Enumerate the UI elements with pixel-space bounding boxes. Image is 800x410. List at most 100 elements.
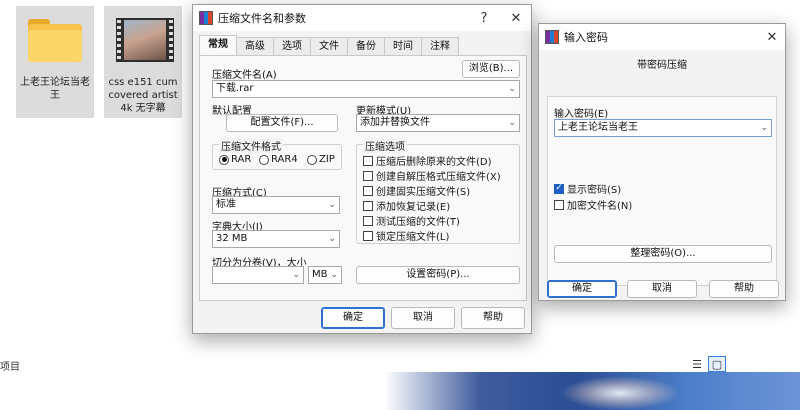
- format-radio-zip[interactable]: ZIP: [307, 154, 335, 165]
- help-button[interactable]: 帮助: [461, 307, 525, 329]
- password-label: 输入密码(E): [554, 109, 609, 120]
- dialog-title: 压缩文件名和参数: [218, 12, 306, 25]
- status-item-count: 项目: [0, 362, 20, 373]
- show-password-label: 显示密码(S): [567, 185, 622, 196]
- chevron-down-icon[interactable]: ⌄: [508, 115, 516, 131]
- ok-button[interactable]: 确定: [547, 280, 617, 298]
- checkmark-icon: ✓: [554, 183, 564, 194]
- format-radio-rar[interactable]: RAR: [219, 154, 251, 165]
- chevron-down-icon[interactable]: ⌄: [508, 81, 516, 97]
- dialog-title: 输入密码: [564, 31, 608, 44]
- file-item-label: 上老王论坛当老王: [20, 77, 90, 101]
- option-label: 创建自解压格式压缩文件(X): [376, 172, 501, 183]
- tab-comment[interactable]: 注释: [421, 37, 459, 55]
- dialog-titlebar: 压缩文件名和参数 ? ✕: [193, 5, 531, 31]
- archive-name-value: 下载.rar: [216, 83, 254, 94]
- desktop-wallpaper: [0, 372, 800, 410]
- winrar-icon: [545, 30, 559, 44]
- checkbox-unchecked-icon: [363, 200, 373, 211]
- chevron-down-icon[interactable]: ⌄: [292, 267, 300, 283]
- browse-button[interactable]: 浏览(B)...: [462, 60, 520, 78]
- password-dialog: 输入密码 ✕ 带密码压缩 输入密码(E) 上老王论坛当老王 ⌄ ✓ 显示密码(S…: [538, 23, 786, 301]
- tab-time[interactable]: 时间: [384, 37, 422, 55]
- option-delete-after[interactable]: 压缩后删除原来的文件(D): [363, 153, 492, 168]
- archive-format-group: 压缩文件格式 RAR RAR4 ZIP: [212, 138, 342, 170]
- chevron-down-icon[interactable]: ⌄: [330, 267, 338, 283]
- file-item-video[interactable]: css e151 cum covered artist 4k 无字幕: [104, 6, 182, 118]
- option-lock-archive[interactable]: 锁定压缩文件(L): [363, 228, 449, 243]
- tab-options[interactable]: 选项: [273, 37, 311, 55]
- password-panel: 输入密码(E) 上老王论坛当老王 ⌄ ✓ 显示密码(S) 加密文件名(N) 整理…: [547, 96, 777, 286]
- option-label: 锁定压缩文件(L): [376, 232, 450, 243]
- details-view-icon[interactable]: ☰: [688, 356, 706, 372]
- format-rar-label: RAR: [231, 154, 252, 165]
- format-radio-rar4[interactable]: RAR4: [259, 154, 298, 165]
- encrypt-file-names-label: 加密文件名(N): [567, 201, 633, 212]
- tab-backup[interactable]: 备份: [347, 37, 385, 55]
- folder-icon: [24, 14, 86, 66]
- winrar-icon: [199, 11, 213, 25]
- ok-button[interactable]: 确定: [321, 307, 385, 329]
- archive-name-label: 压缩文件名(A): [212, 70, 277, 81]
- option-recovery-record[interactable]: 添加恢复记录(E): [363, 198, 450, 213]
- chevron-down-icon[interactable]: ⌄: [328, 197, 336, 213]
- cancel-button[interactable]: 取消: [627, 280, 697, 298]
- checkbox-unchecked-icon: [363, 155, 373, 166]
- help-button[interactable]: 帮助: [709, 280, 779, 298]
- update-mode-select[interactable]: 添加并替换文件 ⌄: [356, 114, 520, 132]
- radio-unselected-icon: [307, 154, 317, 165]
- archive-parameters-dialog: 压缩文件名和参数 ? ✕ 常规 高级 选项 文件 备份 时间 注释 压缩文件名(…: [192, 4, 532, 334]
- profiles-button[interactable]: 配置文件(F)...: [226, 114, 338, 132]
- tab-bar: 常规 高级 选项 文件 备份 时间 注释: [199, 35, 459, 55]
- password-input[interactable]: 上老王论坛当老王 ⌄: [554, 119, 772, 137]
- dialog-titlebar: 输入密码 ✕: [539, 24, 785, 50]
- close-icon[interactable]: ✕: [503, 7, 529, 29]
- split-unit-value: MB: [312, 269, 328, 280]
- radio-selected-icon: [219, 154, 229, 165]
- large-icons-view-icon[interactable]: ▢: [708, 356, 726, 372]
- show-password-checkbox[interactable]: ✓ 显示密码(S): [554, 181, 621, 196]
- compression-method-value: 标准: [216, 199, 236, 210]
- format-rar4-label: RAR4: [271, 154, 298, 165]
- option-label: 压缩后删除原来的文件(D): [376, 157, 492, 168]
- option-label: 测试压缩的文件(T): [376, 217, 460, 228]
- archive-options-group-title: 压缩选项: [363, 138, 407, 153]
- dictionary-size-value: 32 MB: [216, 233, 248, 244]
- checkbox-unchecked-icon: [363, 230, 373, 241]
- archive-format-group-title: 压缩文件格式: [219, 138, 283, 153]
- option-test-files[interactable]: 测试压缩的文件(T): [363, 213, 460, 228]
- option-sfx[interactable]: 创建自解压格式压缩文件(X): [363, 168, 501, 183]
- archive-name-combo[interactable]: 下载.rar ⌄: [212, 80, 520, 98]
- option-label: 创建固实压缩文件(S): [376, 187, 471, 198]
- checkbox-unchecked-icon: [363, 170, 373, 181]
- update-mode-value: 添加并替换文件: [360, 117, 430, 128]
- file-item-folder[interactable]: 上老王论坛当老王: [16, 6, 94, 118]
- chevron-down-icon[interactable]: ⌄: [328, 231, 336, 247]
- help-icon[interactable]: ?: [471, 7, 497, 29]
- dictionary-size-select[interactable]: 32 MB ⌄: [212, 230, 340, 248]
- option-solid[interactable]: 创建固实压缩文件(S): [363, 183, 470, 198]
- tab-advanced[interactable]: 高级: [236, 37, 274, 55]
- dialog-heading: 带密码压缩: [637, 60, 687, 71]
- general-tab-panel: 压缩文件名(A) 浏览(B)... 下载.rar ⌄ 默认配置 配置文件(F).…: [199, 55, 527, 301]
- cancel-button[interactable]: 取消: [391, 307, 455, 329]
- checkbox-unchecked-icon: [554, 199, 564, 210]
- tab-general[interactable]: 常规: [199, 35, 237, 55]
- close-icon[interactable]: ✕: [759, 26, 785, 48]
- tab-files[interactable]: 文件: [310, 37, 348, 55]
- set-password-button[interactable]: 设置密码(P)...: [356, 266, 520, 284]
- checkbox-unchecked-icon: [363, 185, 373, 196]
- video-thumbnail: [112, 14, 174, 66]
- archive-options-group: 压缩选项 压缩后删除原来的文件(D) 创建自解压格式压缩文件(X) 创建固实压缩…: [356, 138, 520, 244]
- password-value: 上老王论坛当老王: [558, 122, 638, 133]
- organize-passwords-button[interactable]: 整理密码(O)...: [554, 245, 772, 263]
- chevron-down-icon[interactable]: ⌄: [760, 120, 768, 136]
- checkbox-unchecked-icon: [363, 215, 373, 226]
- format-zip-label: ZIP: [319, 154, 335, 165]
- encrypt-file-names-checkbox[interactable]: 加密文件名(N): [554, 197, 632, 212]
- compression-method-select[interactable]: 标准 ⌄: [212, 196, 340, 214]
- split-size-combo[interactable]: ⌄: [212, 266, 304, 284]
- radio-unselected-icon: [259, 154, 269, 165]
- file-item-label: css e151 cum covered artist 4k 无字幕: [108, 77, 178, 114]
- split-unit-select[interactable]: MB ⌄: [308, 266, 342, 284]
